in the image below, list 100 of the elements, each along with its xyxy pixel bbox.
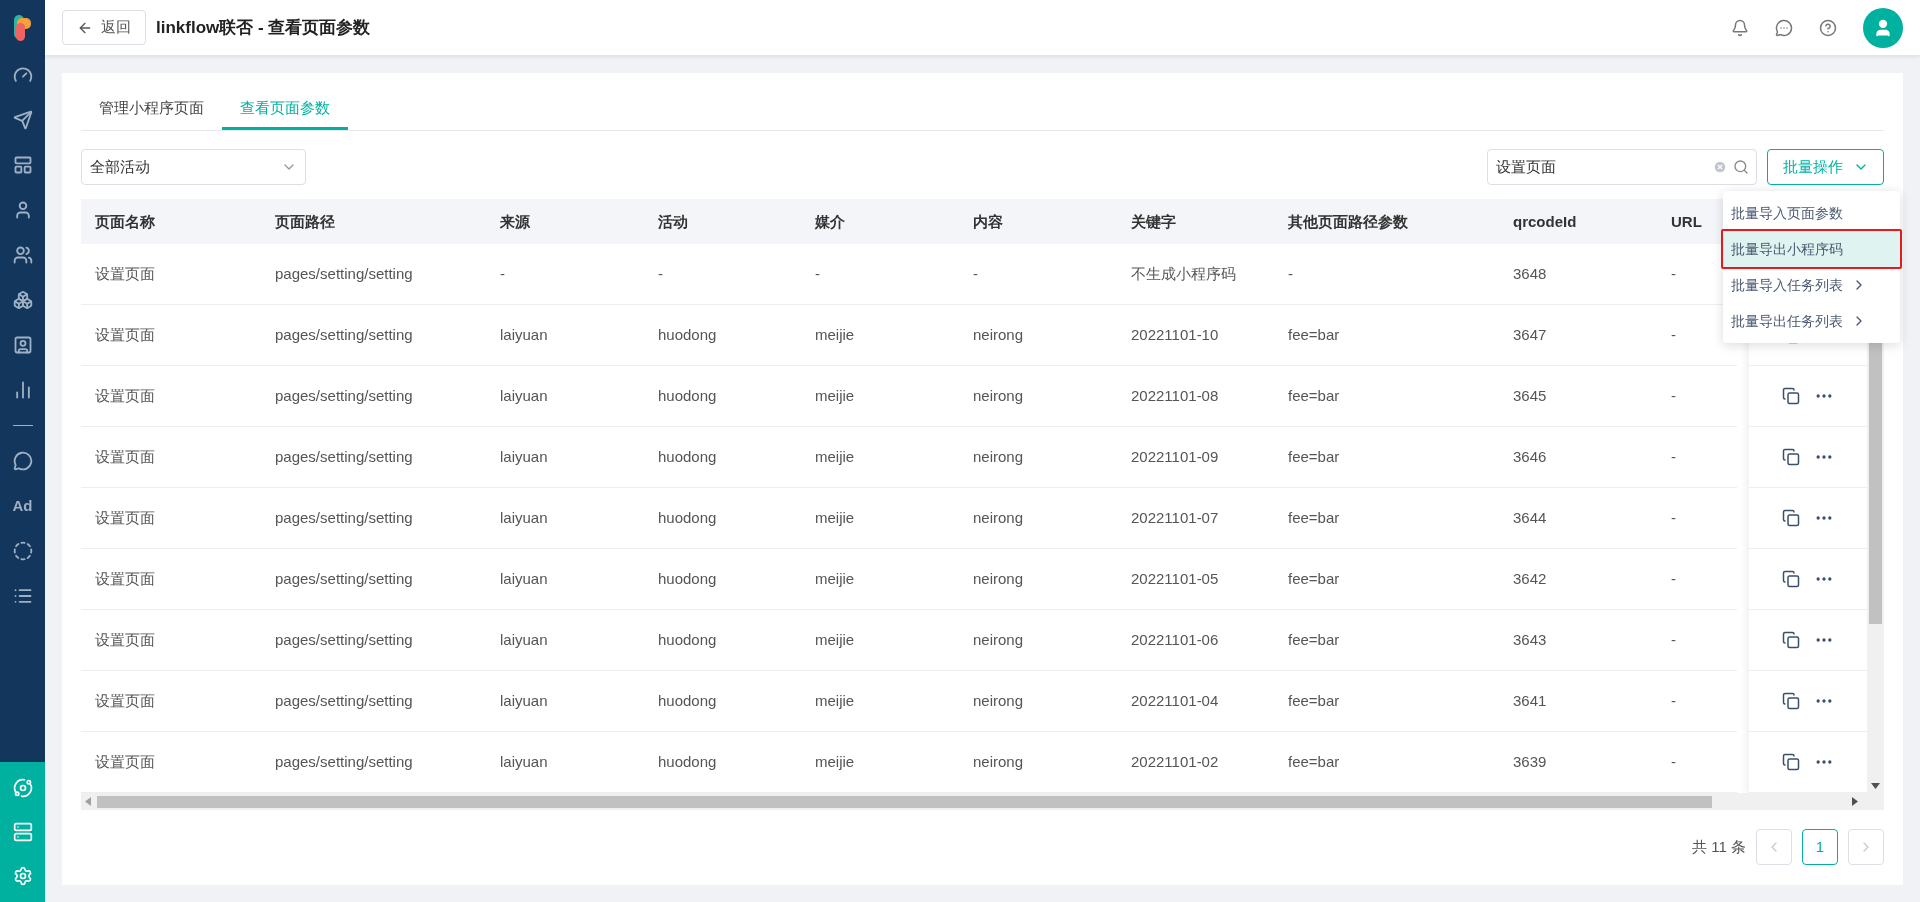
table-cell: 3645 (1513, 387, 1547, 404)
table-cell: 设置页面 (95, 570, 155, 587)
page-title: linkflow联否 - 查看页面参数 (156, 16, 371, 39)
column-header: 页面路径 (275, 212, 335, 230)
table-cell: huodong (658, 326, 717, 343)
table-cell: fee=bar (1288, 631, 1340, 648)
table-cell: laiyuan (500, 387, 548, 404)
table-cell: 20221101-06 (1131, 631, 1219, 648)
table-cell: 3648 (1513, 265, 1547, 282)
table-cell: 设置页面 (95, 326, 155, 343)
table-cell: fee=bar (1288, 387, 1340, 404)
table-cell: 20221101-09 (1131, 448, 1219, 465)
table-cell: meijie (815, 753, 855, 770)
table-cell: - (658, 265, 663, 282)
table-cell: neirong (973, 509, 1024, 526)
table-cell: 3644 (1513, 509, 1547, 526)
table-cell: - (1671, 326, 1676, 343)
table-cell: - (973, 265, 978, 282)
table-cell: - (1671, 448, 1676, 465)
table-cell: pages/setting/setting (275, 326, 413, 343)
table-cell: neirong (973, 570, 1024, 587)
table-cell: pages/setting/setting (275, 509, 413, 526)
table-cell: - (1671, 753, 1676, 770)
table-cell: meijie (815, 448, 855, 465)
table-cell: meijie (815, 326, 855, 343)
table-cell: meijie (815, 570, 855, 587)
table-cell: laiyuan (500, 692, 548, 709)
table-cell: 设置页面 (95, 448, 155, 465)
table-cell: fee=bar (1288, 509, 1340, 526)
table-cell: - (1671, 387, 1676, 404)
table-cell: meijie (815, 631, 855, 648)
table-cell: pages/setting/setting (275, 570, 413, 587)
table-cell: - (1671, 692, 1676, 709)
table-cell: 20221101-02 (1131, 753, 1219, 770)
table-cell: - (815, 265, 820, 282)
table-cell: pages/setting/setting (275, 387, 413, 404)
table-cell: 20221101-07 (1131, 509, 1219, 526)
table-cell: pages/setting/setting (275, 753, 413, 770)
table-cell: - (500, 265, 505, 282)
table-cell: fee=bar (1288, 448, 1340, 465)
table-cell: - (1288, 265, 1293, 282)
table-cell: laiyuan (500, 753, 548, 770)
table-cell: huodong (658, 387, 717, 404)
table-cell: 20221101-10 (1131, 326, 1219, 343)
table-cell: - (1671, 570, 1676, 587)
table-cell: - (1671, 265, 1676, 282)
table-cell: 3643 (1513, 631, 1547, 648)
table-cell: laiyuan (500, 509, 548, 526)
table-cell: 设置页面 (95, 631, 155, 648)
table-cell: 设置页面 (95, 265, 155, 282)
table-cell: huodong (658, 631, 717, 648)
table-cell: neirong (973, 692, 1024, 709)
table-cell: 设置页面 (95, 753, 155, 770)
table-cell: 3647 (1513, 326, 1547, 343)
table-cell: 设置页面 (95, 692, 155, 709)
table-cell: fee=bar (1288, 570, 1340, 587)
table-cell: laiyuan (500, 570, 548, 587)
table-cell: meijie (815, 509, 855, 526)
table-cell: huodong (658, 753, 717, 770)
table-cell: 3646 (1513, 448, 1547, 465)
table-cell: huodong (658, 509, 717, 526)
table-cell: - (1671, 631, 1676, 648)
table-cell: huodong (658, 448, 717, 465)
table-cell: neirong (973, 448, 1024, 465)
table-cell: 3639 (1513, 753, 1547, 770)
column-header: 关键字 (1131, 212, 1176, 230)
table-cell: 3641 (1513, 692, 1547, 709)
table-cell: 3642 (1513, 570, 1547, 587)
column-header: 其他页面路径参数 (1288, 212, 1408, 230)
table-cell: - (1671, 509, 1676, 526)
column-header: 内容 (973, 212, 1003, 230)
column-header: 页面名称 (95, 212, 155, 230)
column-header: qrcodeId (1513, 212, 1577, 230)
table-cell: laiyuan (500, 631, 548, 648)
table-cell: 20221101-08 (1131, 387, 1219, 404)
table-cell: pages/setting/setting (275, 265, 413, 282)
table-cell: neirong (973, 753, 1024, 770)
table-cell: neirong (973, 326, 1024, 343)
table-cell: meijie (815, 692, 855, 709)
table-cell: pages/setting/setting (275, 448, 413, 465)
column-header: URL (1671, 212, 1702, 230)
table-cell: fee=bar (1288, 692, 1340, 709)
total-count: 共 11 条 (1692, 836, 1746, 857)
table-cell: pages/setting/setting (275, 631, 413, 648)
table-cell: 不生成小程序码 (1131, 265, 1236, 282)
table-cell: laiyuan (500, 326, 548, 343)
table-cell: neirong (973, 631, 1024, 648)
table-cell: meijie (815, 387, 855, 404)
table-cell: pages/setting/setting (275, 692, 413, 709)
table-cell: laiyuan (500, 448, 548, 465)
table-cell: 设置页面 (95, 509, 155, 526)
column-header: 活动 (658, 212, 688, 230)
table-cell: neirong (973, 387, 1024, 404)
table-cell: 20221101-05 (1131, 570, 1219, 587)
column-header: 媒介 (815, 212, 845, 230)
table-cell: huodong (658, 692, 717, 709)
column-header: 来源 (500, 212, 530, 230)
table-cell: fee=bar (1288, 753, 1340, 770)
table-cell: 20221101-04 (1131, 692, 1219, 709)
table-cell: huodong (658, 570, 717, 587)
